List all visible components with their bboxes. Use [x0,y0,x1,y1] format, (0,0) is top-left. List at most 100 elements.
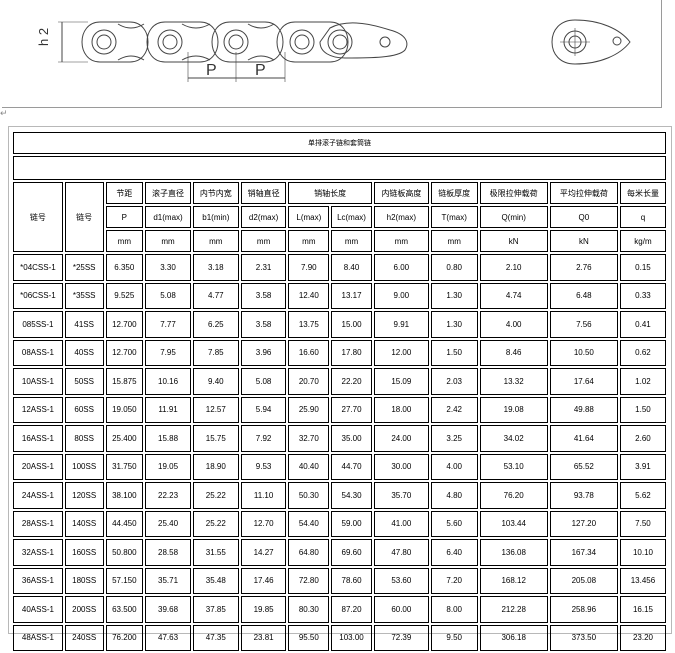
table-cell: 15.88 [145,425,191,452]
table-cell: 4.00 [430,453,478,480]
table-cell: 9.40 [192,368,239,395]
table-cell: 36ASS-1 [13,567,63,594]
table-cell: 53.10 [479,453,548,480]
table-cell: 28.58 [145,539,191,566]
h2-label: h 2 [36,28,51,46]
table-cell: 76.200 [105,624,144,651]
header-pin-length: 销轴长度 [288,182,372,204]
table-cell: 1.30 [430,282,478,309]
table-cell: 50SS [64,368,104,395]
header-roller-diameter: 滚子直径 [145,182,191,204]
table-cell: 0.41 [619,311,666,338]
table-cell: 140SS [64,510,104,537]
table-cell: 34.02 [479,425,548,452]
unit-cell: mm [192,230,239,252]
table-cell: 13.456 [619,567,666,594]
header-chain-no-2: 链号 [64,182,104,252]
table-cell: 44.70 [331,453,372,480]
table-cell: 76.20 [479,482,548,509]
table-cell: 3.30 [145,254,191,281]
unit-cell: mm [240,230,287,252]
table-cell: 15.09 [373,368,429,395]
table-cell: 200SS [64,596,104,623]
table-cell: 10.16 [145,368,191,395]
table-cell: 32ASS-1 [13,539,63,566]
table-cell: 11.91 [145,396,191,423]
unit-cell: mm [331,230,372,252]
table-cell: 3.96 [240,339,287,366]
table-cell: 47.63 [145,624,191,651]
table-row: *04CSS-1 *25SS 6.350 3.30 3.18 2.31 7.90 8.40 6.… [13,254,666,281]
table-cell: *25SS [64,254,104,281]
header-weight: 每米长量 [619,182,666,204]
table-cell: 7.56 [549,311,618,338]
table-cell: 24ASS-1 [13,482,63,509]
table-cell: *35SS [64,282,104,309]
table-cell: 12.700 [105,311,144,338]
table-row: *06CSS-1 *35SS 9.525 5.08 4.77 3.58 12.40 13.17… [13,282,666,309]
table-cell: 1.50 [619,396,666,423]
table-cell: 10.50 [549,339,618,366]
table-cell: 35.70 [373,482,429,509]
table-row: 10ASS-1 50SS 15.875 10.16 9.40 5.08 20.70 22.20… [13,368,666,395]
table-cell: 31.750 [105,453,144,480]
table-cell: 103.00 [331,624,372,651]
table-cell: 167.34 [549,539,618,566]
table-cell: 8.40 [331,254,372,281]
table-cell: 12.700 [105,339,144,366]
table-cell: 7.85 [192,339,239,366]
pitch-label-right: P [255,62,266,79]
symbol-cell: P [105,206,144,228]
table-row: 32ASS-1 160SS 50.800 28.58 31.55 14.27 64.80 69… [13,539,666,566]
table-cell: 12ASS-1 [13,396,63,423]
table-cell: 16.15 [619,596,666,623]
table-row: 28ASS-1 140SS 44.450 25.40 25.22 12.70 54.40 59… [13,510,666,537]
table-cell: 6.25 [192,311,239,338]
table-cell: 7.20 [430,567,478,594]
table-cell: 15.75 [192,425,239,452]
table-cell: 23.81 [240,624,287,651]
table-cell: 9.00 [373,282,429,309]
table-row: 20ASS-1 100SS 31.750 19.05 18.90 9.53 40.40 44.… [13,453,666,480]
symbol-cell: Q0 [549,206,618,228]
table-cell: 50.800 [105,539,144,566]
table-cell: 2.76 [549,254,618,281]
table-cell: 12.70 [240,510,287,537]
table-cell: 35.71 [145,567,191,594]
table-cell: 78.60 [331,567,372,594]
table-cell: 17.80 [331,339,372,366]
table-cell: 80SS [64,425,104,452]
header-pin-diameter: 销轴直径 [240,182,287,204]
table-cell: 22.23 [145,482,191,509]
symbol-cell: h2(max) [373,206,429,228]
table-cell: 1.02 [619,368,666,395]
table-cell: 180SS [64,567,104,594]
symbol-cell: d1(max) [145,206,191,228]
table-cell: 7.92 [240,425,287,452]
symbol-cell: T(max) [430,206,478,228]
header-chain-no: 链号 [13,182,63,252]
unit-cell: mm [105,230,144,252]
table-cell: 6.00 [373,254,429,281]
table-cell: 160SS [64,539,104,566]
table-cell: *04CSS-1 [13,254,63,281]
unit-cell: mm [145,230,191,252]
table-cell: 12.40 [288,282,330,309]
table-row: 36ASS-1 180SS 57.150 35.71 35.48 17.46 72.80 78… [13,567,666,594]
table-cell: 72.80 [288,567,330,594]
table-cell: 0.15 [619,254,666,281]
unit-cell: kN [479,230,548,252]
table-cell: 5.60 [430,510,478,537]
chain-drawing: h 2 P P [0,0,675,108]
table-row: 48ASS-1 240SS 76.200 47.63 47.35 23.81 95.50 10… [13,624,666,651]
table-cell: 5.08 [145,282,191,309]
table-cell: 41.00 [373,510,429,537]
header-pitch: 节距 [105,182,144,204]
symbol-cell: L(max) [288,206,330,228]
blank-row [13,156,666,180]
table-cell: 40.40 [288,453,330,480]
table-cell: 20ASS-1 [13,453,63,480]
table-cell: 18.00 [373,396,429,423]
table-cell: 5.94 [240,396,287,423]
table-row: 085SS-1 41SS 12.700 7.77 6.25 3.58 13.75 15.00 9… [13,311,666,338]
